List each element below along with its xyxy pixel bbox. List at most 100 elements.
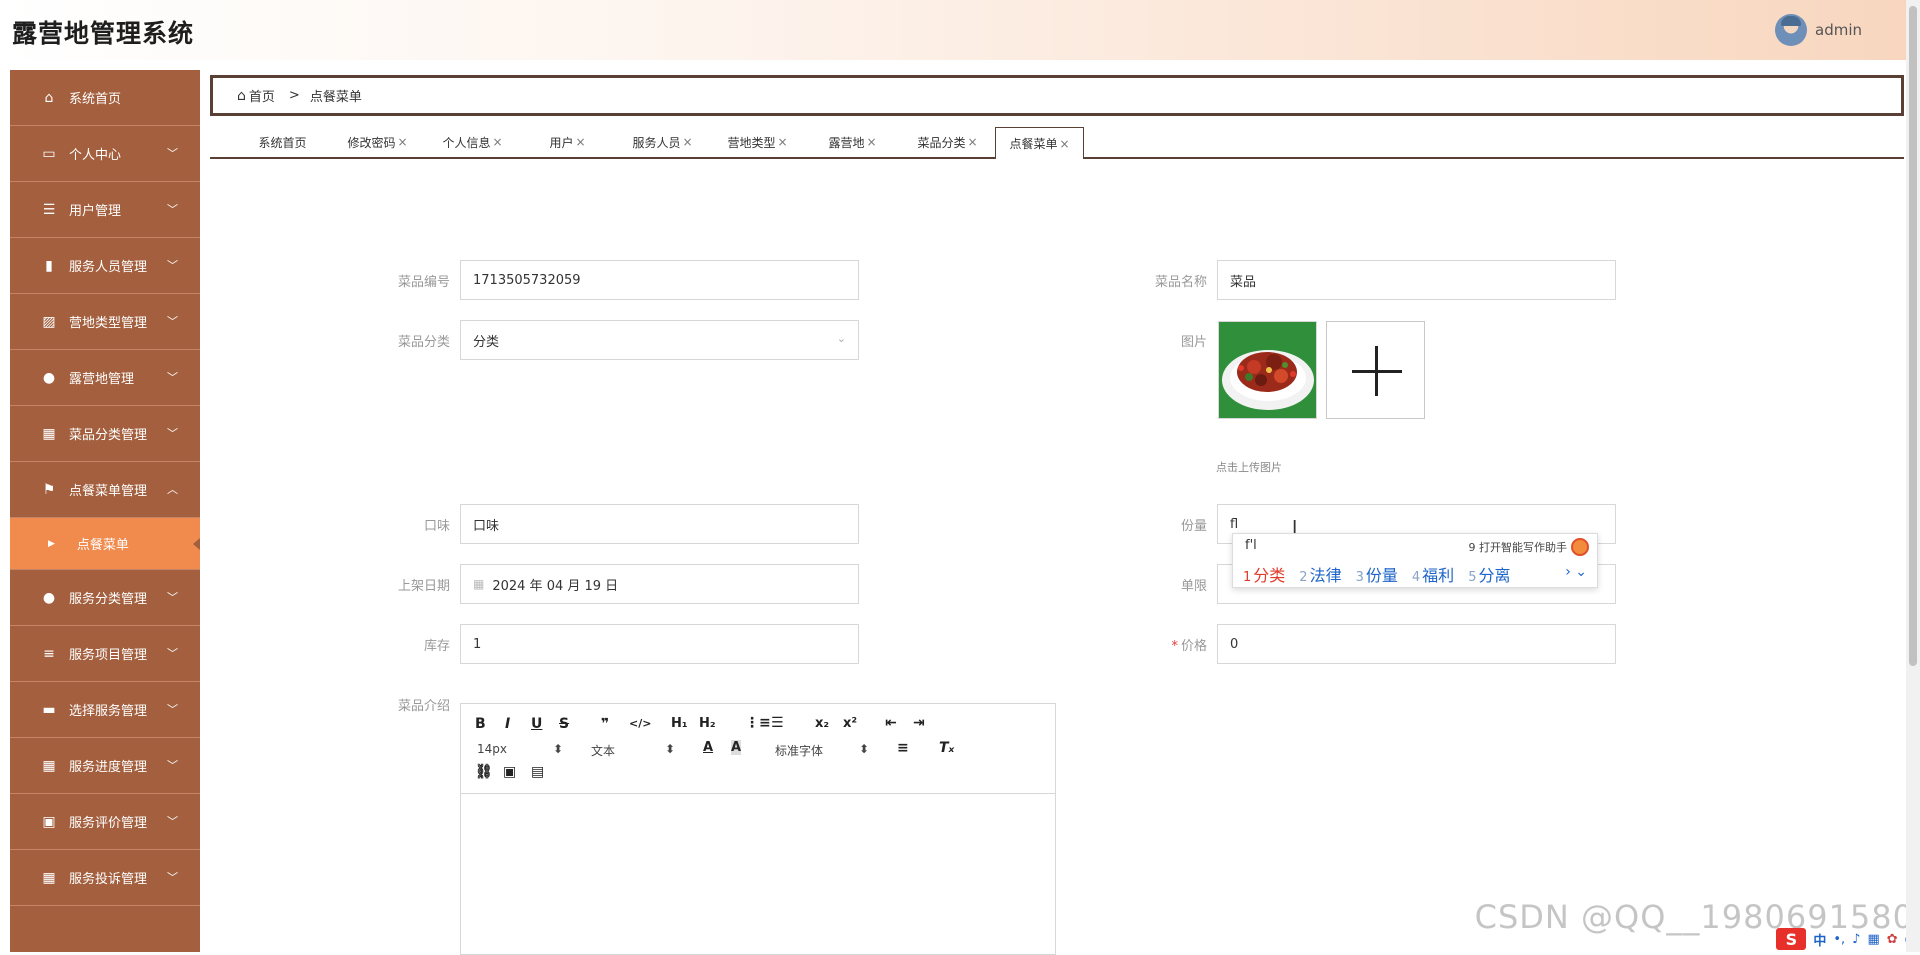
tab[interactable]: 服务人员 × [615,127,710,157]
page-scrollbar[interactable] [1906,0,1920,952]
ime-next-page[interactable]: › ⌄ [1565,564,1587,580]
strike-button[interactable]: S [559,716,569,732]
lang-indicator[interactable]: 中 [1813,930,1826,949]
sidebar-item[interactable]: ⌂ 系统首页 [10,70,200,126]
grid-icon: ▦ [42,425,56,442]
home-icon[interactable]: ⌂ [237,88,246,104]
username[interactable]: admin [1815,21,1862,39]
grid-icon: ▦ [42,869,56,886]
italic-button[interactable]: I [505,716,510,732]
sidebar-item[interactable]: ≡ 服务项目管理 ﹀ [10,626,200,682]
tab[interactable]: 系统首页 [235,127,330,157]
dish-category-label: 菜品分类 [397,335,450,350]
font-color-button[interactable]: A [703,740,713,755]
clear-format-button[interactable]: Tₓ [939,740,954,756]
portion-value: fl [1230,516,1239,532]
sidebar-item[interactable]: ▭ 个人中心 ﹀ [10,126,200,182]
ime-candidate[interactable]: 1 分类 [1243,562,1285,586]
block-type-select[interactable]: 文本 [591,742,615,759]
sidebar-item[interactable]: ▦ 服务进度管理 ﹀ [10,738,200,794]
dish-name-input[interactable]: 菜品 [1217,260,1616,300]
taste-input[interactable]: 口味 [460,504,859,544]
sidebar-item[interactable]: ▣ 服务评价管理 ﹀ [10,794,200,850]
tab[interactable]: 修改密码 × [330,127,425,157]
ordered-list-button[interactable]: ⋮≡ [745,715,771,731]
tab[interactable]: 个人信息 × [425,127,520,157]
h2-button[interactable]: H₂ [699,716,716,731]
sidebar-item[interactable]: ● 服务分类管理 ﹀ [10,570,200,626]
keyboard-icon[interactable]: ▦ [1867,932,1879,947]
tab[interactable]: 菜品分类 × [900,127,995,157]
close-icon[interactable]: × [397,135,407,149]
tab[interactable]: 营地类型 × [710,127,805,157]
stock-input[interactable]: 1 [460,624,859,664]
outdent-button[interactable]: ⇤ [885,715,897,731]
required-mark: * [1171,639,1178,654]
skin-icon[interactable]: ✿ [1887,932,1898,947]
dish-image-thumbnail[interactable] [1218,321,1317,419]
sogou-logo-icon[interactable]: S [1776,928,1807,950]
code-button[interactable]: </> [629,717,651,730]
link-icon[interactable]: ⛓ [475,764,493,780]
close-icon[interactable]: × [682,135,692,149]
close-icon[interactable]: × [492,135,502,149]
user-menu[interactable]: admin [1775,14,1862,46]
sidebar-item[interactable]: ● 露营地管理 ﹀ [10,350,200,406]
quote-button[interactable]: ❞ [601,716,609,732]
sidebar-item[interactable]: ⚑ 点餐菜单管理 ︿ [10,462,200,518]
sidebar-item[interactable]: ▨ 营地类型管理 ﹀ [10,294,200,350]
close-icon[interactable]: × [866,135,876,149]
bold-button[interactable]: B [475,716,486,732]
price-input[interactable]: 0 [1217,624,1616,664]
tab[interactable]: 用户 × [520,127,615,157]
punctuation-icon[interactable]: •, [1833,932,1845,947]
tab[interactable]: 露营地 × [805,127,900,157]
sidebar-item[interactable]: ▮ 服务人员管理 ﹀ [10,238,200,294]
bullet-list-button[interactable]: ☰ [771,715,784,731]
ime-assistant-link[interactable]: 9 打开智能写作助手 [1469,539,1568,555]
ime-candidate[interactable]: 4 福利 [1412,562,1454,586]
breadcrumb-home[interactable]: 首页 [249,86,275,105]
ime-candidate[interactable]: 5 分离 [1468,562,1510,586]
font-size-select[interactable]: 14px [477,742,507,756]
sidebar-item[interactable]: ☰ 用户管理 ﹀ [10,182,200,238]
chevron-updown-icon[interactable]: ⬍ [665,742,675,756]
avatar[interactable] [1775,14,1807,46]
close-icon[interactable]: × [1059,137,1069,151]
chevron-down-icon: ﹀ [167,703,178,716]
subscript-button[interactable]: x₂ [815,716,829,731]
rich-text-editor[interactable]: B I U S ❞ </> H₁ H₂ ⋮≡ ☰ x₂ x² ⇤ ⇥ 14px … [460,703,1056,955]
editor-content-area[interactable] [461,794,1055,954]
mic-icon[interactable]: ♪ [1852,932,1860,947]
sidebar-subitem-active[interactable]: ▶ 点餐菜单 [10,518,200,570]
close-icon[interactable]: × [777,135,787,149]
chevron-updown-icon[interactable]: ⬍ [859,742,869,756]
sidebar-item[interactable]: ▦ 服务投诉管理 ﹀ [10,850,200,906]
align-button[interactable]: ≡ [897,740,909,756]
sidebar-item[interactable]: ▦ 菜品分类管理 ﹀ [10,406,200,462]
image-upload-button[interactable] [1326,321,1425,419]
indent-button[interactable]: ⇥ [913,715,925,731]
sidebar-item-label: 用户管理 [69,204,122,219]
superscript-button[interactable]: x² [843,716,857,731]
h1-button[interactable]: H₁ [671,716,688,731]
chevron-updown-icon[interactable]: ⬍ [553,742,563,756]
sidebar-item-label: 系统首页 [69,92,122,107]
bg-color-button[interactable]: A [731,740,742,755]
underline-button[interactable]: U [531,716,542,732]
close-icon[interactable]: × [967,135,977,149]
sidebar-item[interactable]: ▬ 选择服务管理 ﹀ [10,682,200,738]
dish-category-select[interactable]: 分类 ⌄ [460,320,859,360]
assistant-icon[interactable] [1571,538,1589,556]
font-family-select[interactable]: 标准字体 [775,742,823,759]
ime-candidate[interactable]: 2 法律 [1299,562,1341,586]
ime-candidate[interactable]: 3 份量 [1356,562,1398,586]
shelf-date-picker[interactable]: ▦ 2024 年 04 月 19 日 [460,564,859,604]
tab[interactable]: 点餐菜单 × [995,127,1084,159]
dish-code-input[interactable]: 1713505732059 [460,260,859,300]
tab-bar: 系统首页 修改密码 × 个人信息 × 用户 × 服务人员 × 营地类型 × 露营地 × 菜品分类 × 点餐菜单… [210,126,1904,159]
close-icon[interactable]: × [575,135,585,149]
breadcrumb-separator: > [288,88,300,103]
video-icon[interactable]: ▤ [531,764,544,780]
image-icon[interactable]: ▣ [503,764,516,780]
